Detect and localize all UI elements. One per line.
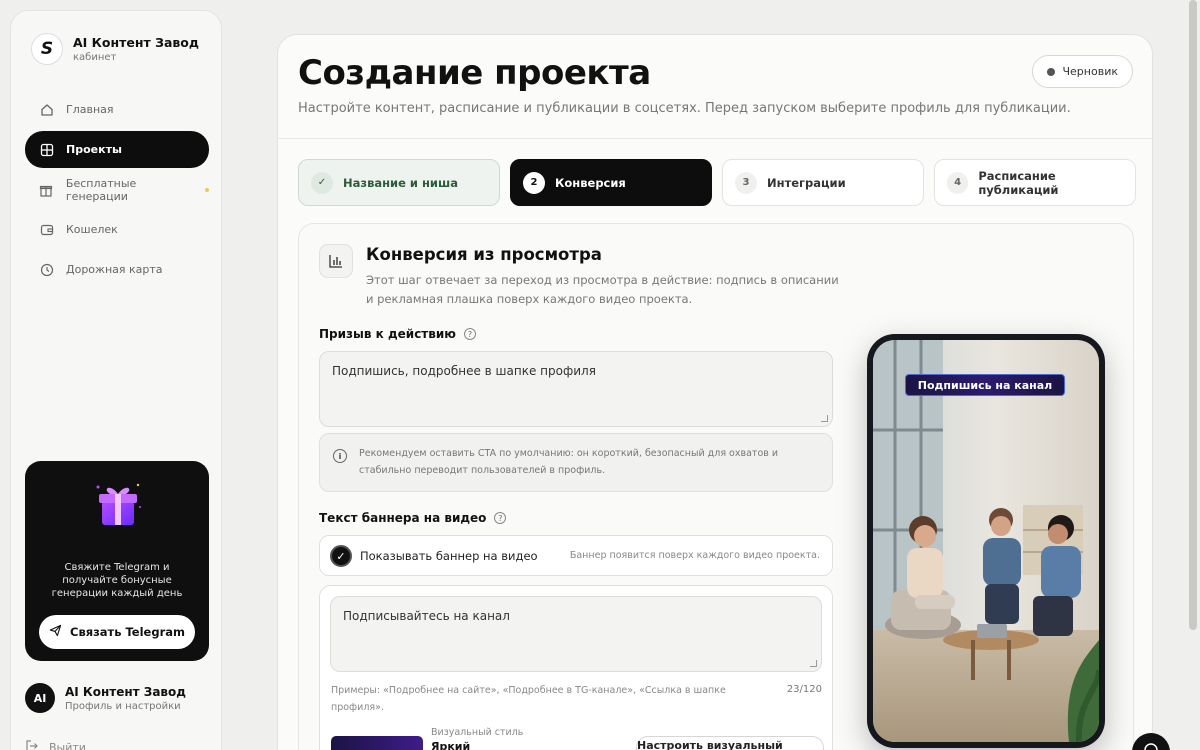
step-number: 3 (735, 171, 757, 194)
brand-subtitle: кабинет (73, 52, 117, 63)
preview-cta-banner: Подпишись на канал (905, 374, 1065, 396)
info-icon: i (333, 449, 347, 463)
office-scene-illustration (873, 340, 1099, 742)
step-label: Расписание публикаций (978, 168, 1059, 197)
profile-link[interactable]: AI AI Контент Завод Профиль и настройки (25, 683, 186, 713)
sidebar-item-roadmap[interactable]: Дорожная карта (25, 251, 209, 288)
page-title: Создание проекта (298, 53, 651, 93)
gift-icon (39, 182, 54, 197)
step-label: Интеграции (767, 175, 846, 190)
home-icon (39, 102, 54, 117)
step-integrations[interactable]: 3 Интеграции (722, 159, 924, 206)
step-number: 4 (947, 171, 969, 194)
main-panel: Создание проекта Настройте контент, расп… (277, 34, 1153, 750)
style-thumbnail (331, 736, 423, 750)
help-icon[interactable]: ? (494, 512, 507, 524)
banner-value: Подписывайтесь на канал (343, 609, 510, 623)
logout-button[interactable]: Выйти (25, 739, 86, 750)
cta-label-text: Призыв к действию (319, 327, 456, 341)
sidebar-item-label: Проекты (66, 143, 122, 156)
connect-telegram-label: Связать Telegram (70, 625, 185, 639)
section-title: Конверсия из просмотра (366, 245, 602, 264)
logout-icon (25, 739, 39, 750)
step-label: Название и ниша (343, 175, 458, 190)
avatar: AI (25, 683, 55, 713)
step-name-niche[interactable]: ✓ Название и ниша (298, 159, 500, 206)
step-label: Конверсия (555, 175, 626, 190)
sidebar-item-wallet[interactable]: Кошелек (25, 211, 209, 248)
cta-value: Подпишись, подробнее в шапке профиля (332, 364, 596, 378)
wallet-icon (39, 222, 54, 237)
status-badge[interactable]: Черновик (1031, 55, 1133, 88)
step-conversion[interactable]: 2 Конверсия (510, 159, 712, 206)
check-icon: ✓ (311, 171, 333, 194)
divider (278, 138, 1152, 139)
connect-telegram-button[interactable]: Связать Telegram (39, 615, 195, 649)
stepper: ✓ Название и ниша 2 Конверсия 3 Интеграц… (298, 159, 1136, 206)
step-number: 2 (523, 171, 545, 194)
profile-subtitle: Профиль и настройки (65, 700, 181, 712)
banner-text-box: Подписывайтесь на канал Примеры: «Подроб… (319, 585, 833, 750)
sidebar-item-projects[interactable]: Проекты (25, 131, 209, 168)
video-preview-image: Подпишись на канал (873, 340, 1099, 742)
new-badge-dot (205, 187, 209, 192)
sidebar-item-free-generations[interactable]: Бесплатные генерации (25, 171, 209, 208)
chat-icon (1143, 742, 1159, 750)
step-schedule[interactable]: 4 Расписание публикаций (934, 159, 1136, 206)
cta-label: Призыв к действию ? (319, 327, 476, 341)
brand[interactable]: S AI Контент Завод кабинет (31, 33, 199, 65)
cta-recommendation-note: i Рекомендуем оставить CTA по умолчанию:… (319, 433, 833, 492)
style-value: Яркий (431, 740, 471, 750)
gift-illustration-icon (96, 483, 141, 525)
show-banner-label: Показывать баннер на видео (360, 549, 538, 563)
grid-icon (39, 142, 54, 157)
cta-textarea[interactable]: Подпишись, подробнее в шапке профиля (319, 351, 833, 427)
sidebar: S AI Контент Завод кабинет Главная Проек… (10, 10, 222, 750)
sidebar-item-label: Главная (66, 103, 114, 116)
resize-handle-icon[interactable] (810, 660, 817, 667)
video-preview-phone: Подпишись на канал (867, 334, 1105, 748)
sidebar-item-label: Дорожная карта (66, 263, 163, 276)
status-label: Черновик (1062, 65, 1119, 78)
banner-examples: Примеры: «Подробнее на сайте», «Подробне… (331, 685, 726, 713)
chart-icon (319, 244, 353, 278)
logo-icon: S (31, 33, 63, 65)
send-icon (49, 624, 62, 640)
brand-title: AI Контент Завод (73, 35, 199, 50)
conversion-section: Конверсия из просмотра Этот шаг отвечает… (298, 223, 1134, 750)
sidebar-item-label: Бесплатные генерации (65, 176, 137, 203)
style-caption: Визуальный стиль (431, 727, 524, 738)
note-text: Рекомендуем оставить CTA по умолчанию: о… (359, 448, 779, 476)
show-banner-toggle-row[interactable]: ✓ Показывать баннер на видео Баннер появ… (319, 535, 833, 576)
sidebar-item-label: Кошелек (66, 223, 118, 236)
page-description: Настройте контент, расписание и публикац… (298, 101, 1071, 116)
page-scrollbar[interactable] (1189, 0, 1197, 630)
banner-label: Текст баннера на видео ? (319, 511, 507, 525)
logout-label: Выйти (49, 741, 86, 750)
sidebar-item-home[interactable]: Главная (25, 91, 209, 128)
telegram-promo-card: Свяжите Telegram и получайте бонусные ге… (25, 461, 209, 661)
resize-handle-icon[interactable] (821, 415, 828, 422)
show-banner-hint: Баннер появится поверх каждого видео про… (569, 550, 820, 561)
clock-icon (39, 262, 54, 277)
promo-text: Свяжите Telegram и получайте бонусные ге… (51, 562, 183, 599)
status-dot (1046, 67, 1055, 76)
sidebar-nav: Главная Проекты Бесплатные генерации Кош… (25, 91, 209, 291)
banner-label-text: Текст баннера на видео (319, 511, 487, 525)
configure-style-button[interactable]: Настроить визуальный лейбл (636, 736, 824, 750)
show-banner-checkbox[interactable]: ✓ (330, 545, 352, 567)
character-counter: 23/120 (786, 684, 822, 695)
banner-textarea[interactable]: Подписывайтесь на канал (330, 596, 822, 672)
section-description: Этот шаг отвечает за переход из просмотр… (366, 273, 839, 306)
help-icon[interactable]: ? (463, 328, 476, 340)
profile-name: AI Контент Завод (65, 684, 186, 699)
